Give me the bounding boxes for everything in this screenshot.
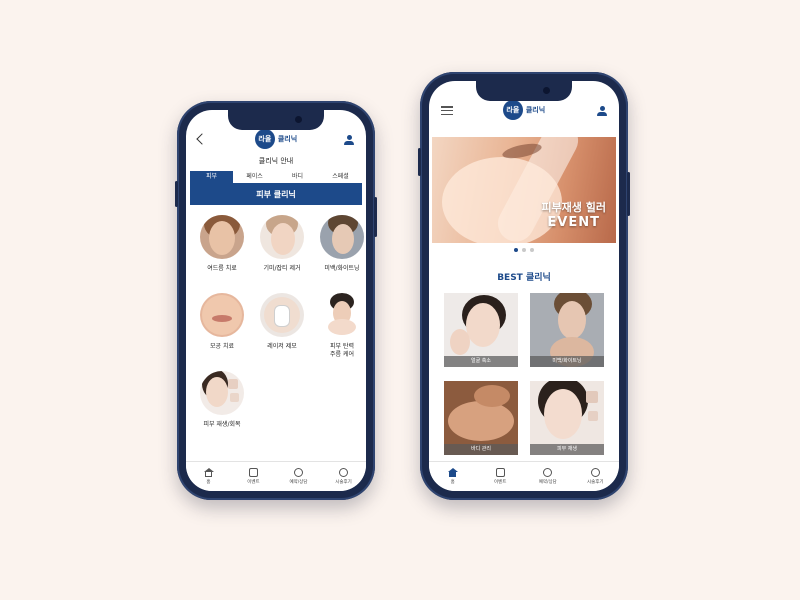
logo-text: 클리닉 xyxy=(277,135,298,143)
clinic-thumb xyxy=(200,371,244,415)
app-header: 라올 클리닉 xyxy=(186,128,366,150)
tab-face[interactable]: 페이스 xyxy=(233,171,276,183)
phone-right: 라올 클리닉 피부재생 힐러 EVENT BEST 클리닉 얼굴 축소 미백/화… xyxy=(418,72,630,500)
camera xyxy=(295,116,302,123)
best-card[interactable]: 피부 재생 xyxy=(530,381,604,455)
card-label: 피부 재생 xyxy=(530,444,604,455)
tab-skin[interactable]: 피부 xyxy=(190,171,233,183)
logo-badge: 라올 xyxy=(502,100,523,120)
event-banner[interactable]: 피부재생 힐러 EVENT xyxy=(432,137,616,243)
carousel-dot[interactable] xyxy=(522,248,526,252)
nav-review[interactable]: 시술후기 xyxy=(321,462,366,491)
clinic-thumb xyxy=(200,215,244,259)
nav-reservation[interactable]: 예약/상담 xyxy=(524,462,572,491)
clinic-thumb xyxy=(200,293,244,337)
best-card[interactable]: 미백/화이트닝 xyxy=(530,293,604,367)
nav-label: 시술후기 xyxy=(335,480,352,485)
bottom-nav: 홈 이벤트 예약/상담 시술후기 xyxy=(186,461,366,491)
clinic-item-elasticity[interactable]: 피부 탄력 주름 케어 xyxy=(312,293,366,359)
nav-label: 홈 xyxy=(206,480,211,485)
clinic-label: 피부 재생/회복 xyxy=(203,421,241,428)
logo[interactable]: 라올 클리닉 xyxy=(254,129,298,149)
best-card[interactable]: 바디 관리 xyxy=(444,381,518,455)
nav-review[interactable]: 시술후기 xyxy=(572,462,620,491)
clinic-thumb xyxy=(260,293,304,337)
banner-text: 피부재생 힐러 EVENT xyxy=(541,199,606,230)
power-button xyxy=(627,172,630,216)
user-icon[interactable] xyxy=(597,106,607,116)
clinic-thumb xyxy=(260,215,304,259)
clinic-item-laser[interactable]: 레이저 제모 xyxy=(252,293,312,351)
home-icon xyxy=(447,468,458,477)
home-icon xyxy=(203,468,214,477)
camera xyxy=(543,87,550,94)
calendar-icon xyxy=(249,468,258,477)
logo-badge: 라올 xyxy=(254,129,275,149)
nav-label: 예약/상담 xyxy=(289,480,308,485)
nav-home[interactable]: 홈 xyxy=(186,462,231,491)
nav-label: 이벤트 xyxy=(247,480,260,485)
power-button xyxy=(374,197,377,237)
banner-subtitle: EVENT xyxy=(547,215,600,230)
smile-icon xyxy=(590,468,600,477)
smile-icon xyxy=(339,468,348,477)
nav-label: 예약/상담 xyxy=(538,480,557,485)
clinic-item-spot[interactable]: 기미/잡티 제거 xyxy=(252,215,312,273)
nav-event[interactable]: 이벤트 xyxy=(231,462,276,491)
best-clinic-title: BEST 클리닉 xyxy=(497,273,551,283)
clinic-item-pore[interactable]: 모공 치료 xyxy=(192,293,252,351)
headset-icon xyxy=(294,468,303,477)
bottom-nav: 홈 이벤트 예약/상담 시술후기 xyxy=(429,461,619,491)
carousel-dot[interactable] xyxy=(530,248,534,252)
logo-text: 클리닉 xyxy=(525,106,546,114)
left-screen: 라올 클리닉 클리닉 안내 피부 페이스 바디 스페셜 피부 클리닉 여드름 치… xyxy=(186,110,366,491)
clinic-label: 모공 치료 xyxy=(210,343,234,350)
nav-reservation[interactable]: 예약/상담 xyxy=(276,462,321,491)
clinic-label: 피부 탄력 주름 케어 xyxy=(330,343,354,358)
category-tabs: 피부 페이스 바디 스페셜 xyxy=(190,171,362,184)
volume-button xyxy=(418,148,421,176)
clinic-thumb xyxy=(320,215,364,259)
calendar-icon xyxy=(495,468,505,477)
nav-home[interactable]: 홈 xyxy=(429,462,477,491)
clinic-label: 여드름 치료 xyxy=(207,265,237,272)
phone-left: 라올 클리닉 클리닉 안내 피부 페이스 바디 스페셜 피부 클리닉 여드름 치… xyxy=(175,101,377,500)
headset-icon xyxy=(543,468,553,477)
volume-button xyxy=(175,181,178,207)
tab-body[interactable]: 바디 xyxy=(276,171,319,183)
user-icon[interactable] xyxy=(344,135,354,145)
nav-label: 홈 xyxy=(450,480,455,485)
notch xyxy=(476,81,572,101)
card-label: 바디 관리 xyxy=(444,444,518,455)
nav-label: 시술후기 xyxy=(586,480,604,485)
banner-title: 피부재생 힐러 xyxy=(541,201,606,214)
notch xyxy=(228,110,324,130)
best-card[interactable]: 얼굴 축소 xyxy=(444,293,518,367)
clinic-label: 기미/잡티 제거 xyxy=(263,265,301,272)
card-label: 얼굴 축소 xyxy=(444,356,518,367)
page-subtitle: 클리닉 안내 xyxy=(258,157,294,165)
nav-label: 이벤트 xyxy=(494,480,507,485)
card-label: 미백/화이트닝 xyxy=(530,356,604,367)
carousel-dot[interactable] xyxy=(514,248,518,252)
clinic-thumb xyxy=(320,293,364,337)
nav-event[interactable]: 이벤트 xyxy=(477,462,525,491)
clinic-item-whitening[interactable]: 미백/화이트닝 xyxy=(312,215,366,273)
section-title: 피부 클리닉 xyxy=(190,184,362,205)
clinic-label: 레이저 제모 xyxy=(267,343,297,350)
right-screen: 라올 클리닉 피부재생 힐러 EVENT BEST 클리닉 얼굴 축소 미백/화… xyxy=(429,81,619,491)
clinic-label: 미백/화이트닝 xyxy=(324,265,360,272)
tab-special[interactable]: 스페셜 xyxy=(319,171,362,183)
carousel-dots xyxy=(429,248,619,252)
clinic-item-acne[interactable]: 여드름 치료 xyxy=(192,215,252,273)
logo[interactable]: 라올 클리닉 xyxy=(502,100,546,120)
app-header: 라올 클리닉 xyxy=(429,98,619,122)
clinic-item-regeneration[interactable]: 피부 재생/회복 xyxy=(192,371,252,429)
